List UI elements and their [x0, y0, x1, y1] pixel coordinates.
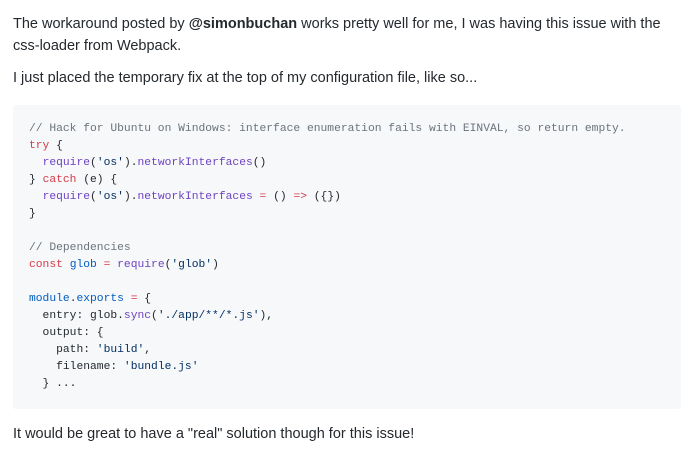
code-line: const glob = require('glob'): [29, 257, 665, 274]
comment-paragraph-intro: The workaround posted by @simonbuchan wo…: [13, 13, 673, 57]
code-token-const: exports: [76, 293, 124, 305]
code-token-plain: (: [151, 310, 158, 322]
code-line: entry: glob.sync('./app/**/*.js'),: [29, 308, 665, 325]
code-line: } ...: [29, 376, 665, 393]
code-line: require('os').networkInterfaces = () => …: [29, 189, 665, 206]
code-token-func: require: [117, 259, 165, 271]
code-snippet: // Hack for Ubuntu on Windows: interface…: [29, 121, 665, 393]
code-token-keyword: try: [29, 140, 50, 152]
intro-text-before: The workaround posted by: [13, 16, 189, 32]
code-token-string: 'bundle.js': [123, 361, 199, 373]
code-token-plain: entry:: [29, 310, 91, 322]
code-line: try {: [29, 138, 665, 155]
code-token-plain: (): [266, 191, 294, 203]
code-token-string: 'build': [96, 344, 145, 356]
code-token-plain: ),: [259, 310, 274, 322]
code-token-plain: path:: [29, 344, 97, 356]
code-token-string: 'os': [96, 157, 124, 169]
code-token-func: networkInterfaces: [137, 191, 253, 203]
code-line: module.exports = {: [29, 291, 665, 308]
code-token-plain: ).: [123, 191, 138, 203]
comment-paragraph-closing: It would be great to have a "real" solut…: [13, 426, 415, 442]
comment-paragraph-fix: I just placed the temporary fix at the t…: [13, 70, 478, 86]
code-token-func: require: [42, 191, 91, 203]
code-token-plain: ): [212, 259, 219, 271]
code-token-plain: (e) {: [76, 174, 118, 186]
comment-body: The workaround posted by @simonbuchan wo…: [13, 13, 681, 445]
code-line: path: 'build',: [29, 342, 665, 359]
code-token-plain: } ...: [29, 378, 77, 390]
code-token-string: 'os': [96, 191, 124, 203]
code-token-keyword: const: [29, 259, 63, 271]
code-token-plain: .: [117, 310, 124, 322]
code-token-plain: ({}): [307, 191, 341, 203]
code-token-comment: // Hack for Ubuntu on Windows: interface…: [29, 123, 626, 135]
code-line: output: {: [29, 325, 665, 342]
code-token-func: require: [42, 157, 91, 169]
code-token-const: glob: [69, 259, 97, 271]
code-token-string: 'glob': [171, 259, 213, 271]
code-token-plain: output: {: [29, 327, 104, 339]
code-token-comment: // Dependencies: [29, 242, 131, 254]
code-token-plain: }: [29, 174, 43, 186]
code-token-func: sync: [123, 310, 152, 322]
code-token-plain: {: [49, 140, 63, 152]
code-token-plain: }: [29, 208, 36, 220]
code-token-plain: ,: [144, 344, 152, 356]
code-line: }: [29, 206, 665, 223]
code-line: filename: 'bundle.js': [29, 359, 665, 376]
code-line: require('os').networkInterfaces(): [29, 155, 665, 172]
code-token-plain: (: [90, 191, 97, 203]
code-line: } catch (e) {: [29, 172, 665, 189]
code-token-keyword: =>: [293, 191, 307, 203]
code-line: // Dependencies: [29, 240, 665, 257]
code-token-keyword: catch: [42, 174, 77, 186]
code-token-plain: filename:: [29, 361, 124, 373]
user-mention-link[interactable]: @simonbuchan: [189, 16, 297, 32]
code-block: // Hack for Ubuntu on Windows: interface…: [13, 105, 681, 409]
code-token-plain: (: [90, 157, 97, 169]
code-token-keyword: =: [130, 293, 138, 305]
code-token-plain: glob: [90, 310, 118, 322]
code-token-func: networkInterfaces: [137, 157, 253, 169]
code-token-plain: (): [252, 157, 267, 169]
code-line: // Hack for Ubuntu on Windows: interface…: [29, 121, 665, 138]
code-token-plain: ).: [123, 157, 138, 169]
code-token-string: './app/**/*.js': [157, 310, 260, 322]
code-token-const: module: [29, 293, 70, 305]
code-token-plain: {: [137, 293, 152, 305]
